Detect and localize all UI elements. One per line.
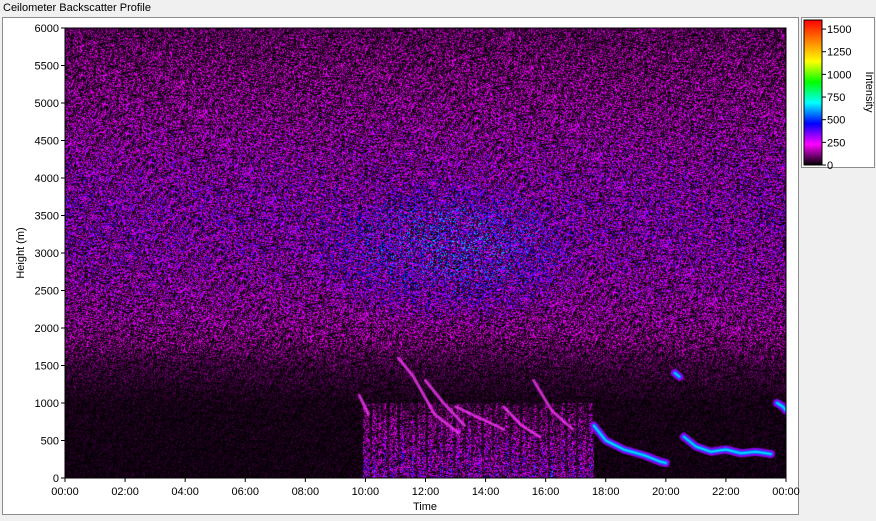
y-tick-label: 4500 [35,136,59,148]
colorbar-tick-label: 750 [827,92,845,104]
x-tick-label: 06:00 [231,486,259,498]
x-tick-label: 02:00 [111,486,139,498]
colorbar-tick-label: 500 [827,115,845,127]
x-tick-label: 20:00 [652,486,680,498]
colorbar-ramp [803,19,823,166]
x-tick-label: 00:00 [772,486,800,498]
x-tick-label: 00:00 [51,486,79,498]
colorbar-tick-label: 1000 [827,69,851,81]
heatmap-image [65,28,786,478]
y-tick-label: 3000 [35,248,59,260]
y-tick-label: 0 [53,473,59,485]
x-tick-label: 08:00 [292,486,320,498]
colorbar-label: Intensity [863,72,875,113]
chart-frame: 00:00 02:00 04:00 06:00 08:00 10:00 12:00 14:00… [2,17,800,515]
y-axis-label: Height (m) [15,227,27,278]
x-tick-label: 16:00 [532,486,560,498]
x-tick-label: 18:00 [592,486,620,498]
colorbar-tick-label: 0 [827,160,833,169]
window-title: Ceilometer Backscatter Profile [3,2,151,14]
y-tick-label: 1000 [35,398,59,410]
y-tick-label: 1500 [35,361,59,373]
y-tick-label: 5000 [35,98,59,110]
colorbar-svg: 0 250 500 750 1000 1250 1500 Intensity [803,19,875,172]
colorbar-tick-label: 250 [827,137,845,149]
y-tick-label: 3500 [35,211,59,223]
colorbar-legend: 0 250 500 750 1000 1250 1500 Intensity [801,17,875,172]
x-tick-label: 10:00 [352,486,380,498]
x-tick-label: 22:00 [712,486,740,498]
plot-area [64,27,787,479]
colorbar-tick-label: 1250 [827,47,851,59]
x-tick-label: 14:00 [472,486,500,498]
y-tick-label: 2500 [35,286,59,298]
x-axis: 00:00 02:00 04:00 06:00 08:00 10:00 12:00 14:00… [51,478,800,498]
x-tick-label: 04:00 [171,486,199,498]
y-tick-label: 2000 [35,323,59,335]
y-tick-label: 6000 [35,23,59,35]
y-tick-label: 500 [41,436,59,448]
colorbar-tick-label: 1500 [827,24,851,36]
y-tick-label: 4000 [35,173,59,185]
y-axis: 0 500 1000 1500 2000 2500 3000 3500 4000 4500 5000… [35,23,65,485]
chart-svg: 00:00 02:00 04:00 06:00 08:00 10:00 12:00 14:00… [15,23,800,513]
y-tick-label: 5500 [35,61,59,73]
colorbar-ticks: 0 250 500 750 1000 1250 1500 [822,24,851,172]
x-tick-label: 12:00 [412,486,440,498]
x-axis-label: Time [413,501,437,513]
